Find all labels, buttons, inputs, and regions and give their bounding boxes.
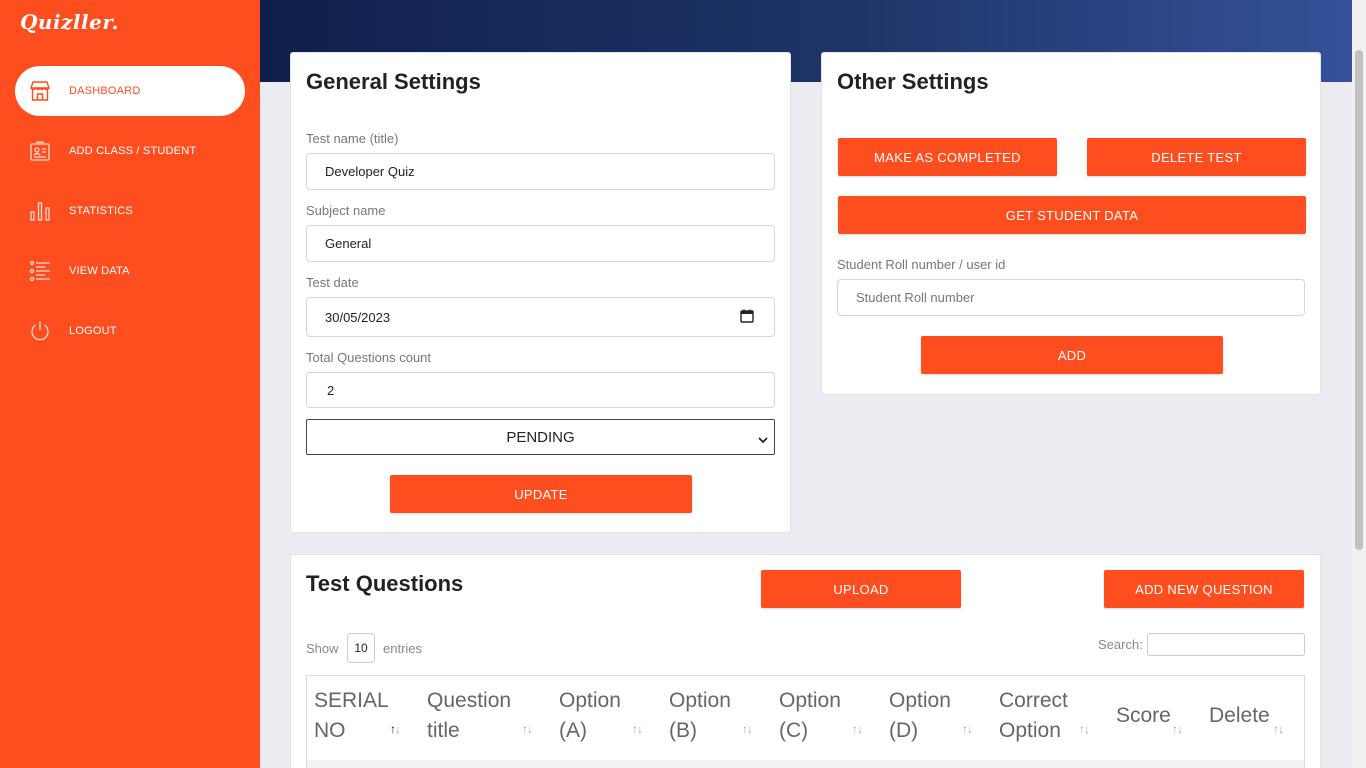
questions-count-label: Total Questions count	[306, 350, 432, 365]
sidebar-item-label: ADD CLASS / STUDENT	[69, 145, 197, 157]
sort-arrows-icon[interactable]: ↑↓	[390, 722, 401, 736]
column-header-option-c[interactable]: Option (C)	[779, 686, 841, 746]
test-name-label: Test name (title)	[306, 131, 399, 146]
upload-button[interactable]: UPLOAD	[761, 570, 961, 608]
column-header-option-a[interactable]: Option (A)	[559, 686, 621, 746]
show-label: Show	[306, 641, 339, 656]
sort-arrows-icon[interactable]: ↑↓	[522, 722, 533, 736]
sidebar-item-add-class[interactable]: ADD CLASS / STUDENT	[15, 126, 245, 176]
chevron-down-icon	[758, 432, 768, 444]
sort-arrows-icon[interactable]: ↑↓	[1172, 722, 1183, 736]
sidebar-item-logout[interactable]: LOGOUT	[15, 306, 245, 356]
calendar-icon[interactable]	[740, 309, 754, 323]
app-logo[interactable]: Quizller.	[20, 10, 119, 34]
delete-test-button[interactable]: DELETE TEST	[1087, 138, 1306, 176]
column-header-serial[interactable]: SERIAL NO	[314, 686, 389, 746]
sidebar-item-statistics[interactable]: STATISTICS	[15, 186, 245, 236]
search-label: Search:	[1098, 637, 1143, 652]
column-header-correct-option[interactable]: Correct Option	[999, 686, 1068, 746]
scrollbar-thumb[interactable]	[1355, 50, 1363, 550]
test-date-input[interactable]: 30/05/2023	[306, 297, 775, 337]
other-settings-title: Other Settings	[837, 69, 989, 94]
sort-arrows-icon[interactable]: ↑↓	[1273, 722, 1284, 736]
page-scrollbar[interactable]	[1352, 0, 1366, 768]
column-header-delete[interactable]: Delete	[1209, 701, 1270, 731]
sidebar-item-label: STATISTICS	[69, 205, 133, 217]
sidebar: Quizller. DASHBOARD ADD CLASS / STUDENT …	[0, 0, 260, 768]
column-header-question-title[interactable]: Question title	[427, 686, 511, 746]
sidebar-item-view-data[interactable]: VIEW DATA	[15, 246, 245, 296]
bar-chart-icon	[28, 199, 52, 223]
add-new-question-button[interactable]: ADD NEW QUESTION	[1104, 570, 1304, 608]
get-student-data-button[interactable]: GET STUDENT DATA	[838, 196, 1306, 234]
sidebar-item-label: VIEW DATA	[69, 265, 130, 277]
general-settings-card	[290, 52, 791, 533]
test-name-input[interactable]: Developer Quiz	[306, 153, 775, 190]
sidebar-item-label: LOGOUT	[69, 325, 117, 337]
test-date-label: Test date	[306, 275, 359, 290]
status-select-value: PENDING	[506, 428, 575, 446]
entries-select[interactable]: 10	[347, 633, 375, 663]
sort-arrows-icon[interactable]: ↑↓	[962, 722, 973, 736]
sidebar-item-dashboard[interactable]: DASHBOARD	[15, 66, 245, 116]
test-date-value: 30/05/2023	[325, 309, 391, 325]
sort-arrows-icon[interactable]: ↑↓	[632, 722, 643, 736]
id-card-icon	[28, 139, 52, 163]
list-icon	[28, 259, 52, 283]
student-roll-input[interactable]: Student Roll number	[837, 279, 1305, 316]
column-header-option-b[interactable]: Option (B)	[669, 686, 731, 746]
table-row	[306, 760, 1305, 768]
general-settings-title: General Settings	[306, 69, 481, 94]
status-select[interactable]: PENDING	[306, 419, 775, 455]
entries-label: entries	[383, 641, 423, 656]
subject-name-input[interactable]: General	[306, 225, 775, 262]
test-questions-title: Test Questions	[306, 571, 464, 596]
entries-value: 10	[354, 641, 368, 655]
search-input[interactable]	[1147, 633, 1305, 656]
make-completed-button[interactable]: MAKE AS COMPLETED	[838, 138, 1057, 176]
power-icon	[28, 319, 52, 343]
sidebar-item-label: DASHBOARD	[69, 85, 141, 97]
update-button[interactable]: UPDATE	[390, 475, 692, 513]
subject-name-label: Subject name	[306, 203, 386, 218]
store-icon	[28, 79, 52, 103]
questions-count-input[interactable]: 2	[306, 372, 775, 408]
sort-arrows-icon[interactable]: ↑↓	[742, 722, 753, 736]
student-roll-label: Student Roll number / user id	[837, 257, 1006, 272]
sort-arrows-icon[interactable]: ↑↓	[1079, 722, 1090, 736]
questions-table-header: SERIAL NO ↑↓ Question title ↑↓ Option (A) ↑…	[306, 675, 1305, 761]
column-header-score[interactable]: Score	[1116, 701, 1171, 731]
sort-arrows-icon[interactable]: ↑↓	[852, 722, 863, 736]
add-student-button[interactable]: ADD	[921, 336, 1223, 374]
column-header-option-d[interactable]: Option (D)	[889, 686, 951, 746]
